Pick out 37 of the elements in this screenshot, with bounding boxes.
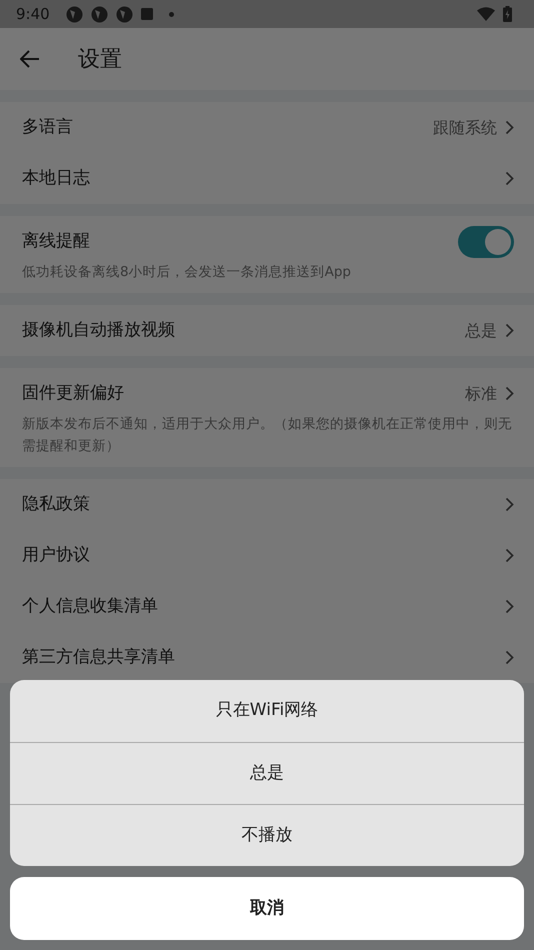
setting-label: 个人信息收集清单 <box>22 594 158 618</box>
notification-icon <box>90 6 108 22</box>
chevron-icon[interactable] <box>505 120 514 135</box>
chevron-icon[interactable] <box>505 497 514 512</box>
setting-value: 跟随系统 <box>433 116 497 138</box>
setting-label: 固件更新偏好 <box>22 382 124 405</box>
sheet-option[interactable]: 只在WiFi网络 <box>10 680 524 742</box>
chevron-icon[interactable] <box>505 386 514 401</box>
sheet-option[interactable]: 总是 <box>10 742 524 804</box>
notification-icon <box>66 6 83 22</box>
setting-description: 新版本发布后不通知，适用于大众用户。（如果您的摄像机在正常使用中，则无需提醒和更新） <box>21 415 513 456</box>
setting-label: 用户协议 <box>22 544 90 567</box>
setting-label: 多语言 <box>22 116 73 139</box>
notification-icon <box>140 8 153 20</box>
setting-value: 标准 <box>465 382 497 404</box>
cancel-button[interactable]: 取消 <box>10 877 524 940</box>
setting-label: 隐私政策 <box>22 492 90 516</box>
setting-description: 低功耗设备离线8小时后，会发送一条消息推送到App <box>21 263 352 282</box>
chevron-icon[interactable] <box>505 548 514 563</box>
sheet-option[interactable]: 不播放 <box>10 804 524 866</box>
status-time: 9:40 <box>16 4 50 25</box>
back-icon[interactable] <box>20 50 40 68</box>
chevron-icon[interactable] <box>505 323 514 338</box>
setting-label: 摄像机自动播放视频 <box>22 318 175 342</box>
notification-icon <box>116 6 133 22</box>
wifi-icon <box>477 7 495 21</box>
dot-icon <box>168 12 174 16</box>
setting-label: 本地日志 <box>22 166 90 190</box>
chevron-icon[interactable] <box>505 171 514 186</box>
page-title: 设置 <box>78 46 122 74</box>
setting-label: 第三方信息共享清单 <box>22 646 175 669</box>
toggle-switch[interactable] <box>458 226 514 258</box>
battery-icon <box>503 6 512 22</box>
chevron-icon[interactable] <box>505 650 514 665</box>
chevron-icon[interactable] <box>505 599 514 614</box>
setting-value: 总是 <box>465 320 497 342</box>
setting-label: 离线提醒 <box>22 230 90 253</box>
